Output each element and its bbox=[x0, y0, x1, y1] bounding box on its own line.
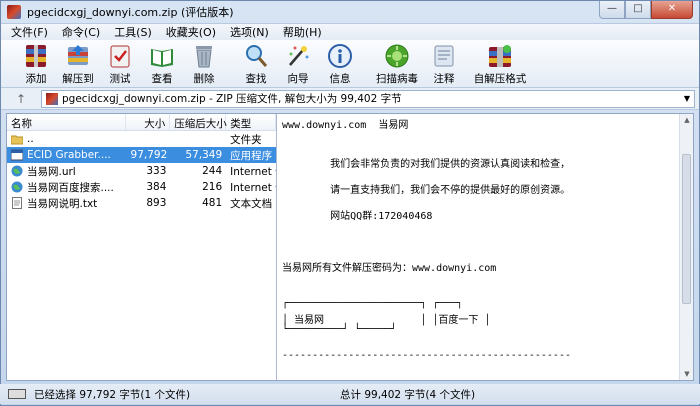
extract-to-button[interactable]: 解压到 bbox=[57, 43, 99, 86]
txt-icon bbox=[11, 197, 23, 209]
test-button[interactable]: 测试 bbox=[99, 43, 141, 86]
menu-help[interactable]: 帮助(H) bbox=[277, 24, 330, 40]
winrar-app-icon bbox=[7, 5, 21, 19]
column-size[interactable]: 大小 bbox=[126, 114, 171, 130]
comment-scrollbar[interactable]: ▲ ▼ bbox=[679, 114, 693, 380]
menu-tools[interactable]: 工具(S) bbox=[108, 24, 160, 40]
comment-line bbox=[282, 337, 675, 350]
comment-line: 请一直支持我们，我们会不停的提供最好的原创资源。 bbox=[282, 185, 571, 196]
find-button[interactable]: 查找 bbox=[235, 43, 277, 86]
wizard-icon bbox=[285, 43, 311, 69]
comment-line bbox=[282, 233, 675, 246]
sfx-button[interactable]: 自解压格式 bbox=[465, 43, 535, 86]
scroll-up-icon[interactable]: ▲ bbox=[680, 116, 694, 124]
toolbar: 添加 解压到 测试 查看 删除 查找 向导 信息 扫描病毒 注释 自解压格式 bbox=[1, 40, 699, 88]
path-field[interactable]: pgecidcxgj_downyi.com.zip - ZIP 压缩文件, 解包… bbox=[41, 89, 695, 108]
close-button[interactable]: ✕ bbox=[651, 1, 693, 19]
globe-icon bbox=[11, 165, 23, 177]
comment-pane: www.downyi.com 当易网 我们会非常负责的对我们提供的资源认真阅读和… bbox=[278, 114, 679, 380]
status-selection: 已经选择 97,792 字节(1 个文件) bbox=[34, 388, 191, 401]
comment-line: 我们会非常负责的对我们提供的资源认真阅读和检查， bbox=[282, 159, 571, 170]
comment-line: www.downyi.com 当易网 bbox=[282, 120, 409, 131]
file-row-parent[interactable]: .. 文件夹 bbox=[7, 131, 276, 147]
delete-icon bbox=[191, 43, 217, 69]
comment-icon bbox=[431, 43, 457, 69]
sfx-icon bbox=[487, 43, 513, 69]
info-icon bbox=[327, 43, 353, 69]
main-content: 名称 大小 压缩后大小 类型 .. 文件夹 ECID Grabber.... 9… bbox=[6, 113, 694, 381]
add-button[interactable]: 添加 bbox=[15, 43, 57, 86]
file-row-baidu[interactable]: 当易网百度搜索.... 384 216 Internet 快 bbox=[7, 179, 276, 195]
wizard-button[interactable]: 向导 bbox=[277, 43, 319, 86]
window-controls: — □ ✕ bbox=[599, 1, 693, 19]
comment-line bbox=[282, 246, 675, 259]
view-button[interactable]: 查看 bbox=[141, 43, 183, 86]
menu-options[interactable]: 选项(N) bbox=[224, 24, 277, 40]
delete-button[interactable]: 删除 bbox=[183, 43, 225, 86]
comment-line: ----------------------------------------… bbox=[282, 350, 571, 361]
info-button[interactable]: 信息 bbox=[319, 43, 361, 86]
menu-file[interactable]: 文件(F) bbox=[5, 24, 56, 40]
file-row-ecid-grabber[interactable]: ECID Grabber.... 97,792 57,349 应用程序 bbox=[7, 147, 276, 163]
path-text: pgecidcxgj_downyi.com.zip - ZIP 压缩文件, 解包… bbox=[62, 93, 402, 105]
menu-favorites[interactable]: 收藏夹(O) bbox=[160, 24, 224, 40]
virus-scan-icon bbox=[384, 43, 410, 69]
status-total: 总计 99,402 字节(4 个文件) bbox=[340, 388, 476, 401]
minimize-button[interactable]: — bbox=[599, 1, 625, 19]
file-row-txt[interactable]: 当易网说明.txt 893 481 文本文档 bbox=[7, 195, 276, 211]
comment-line bbox=[282, 285, 675, 298]
column-packed[interactable]: 压缩后大小 bbox=[170, 114, 227, 130]
window-title: pgecidcxgj_downyi.com.zip (评估版本) bbox=[27, 6, 234, 19]
column-type[interactable]: 类型 bbox=[226, 114, 276, 130]
zip-icon bbox=[46, 92, 58, 105]
test-icon bbox=[107, 43, 133, 69]
scroll-down-icon[interactable]: ▼ bbox=[680, 370, 694, 378]
file-list-header: 名称 大小 压缩后大小 类型 bbox=[7, 114, 276, 131]
column-name[interactable]: 名称 bbox=[7, 114, 127, 130]
drive-icon bbox=[8, 389, 26, 399]
virus-scan-button[interactable]: 扫描病毒 bbox=[371, 43, 423, 86]
menu-bar: 文件(F) 命令(C) 工具(S) 收藏夹(O) 选项(N) 帮助(H) bbox=[1, 23, 699, 40]
chevron-down-icon[interactable]: ▼ bbox=[680, 94, 694, 103]
find-icon bbox=[243, 43, 269, 69]
maximize-button[interactable]: □ bbox=[625, 1, 651, 19]
comment-line bbox=[282, 142, 675, 155]
folder-icon bbox=[10, 133, 24, 145]
extract-icon bbox=[65, 43, 91, 69]
globe-icon bbox=[11, 181, 23, 193]
comment-line: 当易网所有文件解压密码为：www.downyi.com bbox=[282, 263, 497, 274]
scroll-thumb[interactable] bbox=[682, 154, 691, 304]
view-icon bbox=[149, 43, 175, 69]
address-bar: ↑ pgecidcxgj_downyi.com.zip - ZIP 压缩文件, … bbox=[1, 88, 699, 110]
comment-line: ┌──────────────────────┐ ┌───┐ bbox=[282, 298, 463, 309]
exe-icon bbox=[10, 149, 24, 161]
add-icon bbox=[23, 43, 49, 69]
up-arrow-icon[interactable]: ↑ bbox=[1, 92, 41, 106]
comment-button[interactable]: 注释 bbox=[423, 43, 465, 86]
comment-line: │ 当易网 │ │百度一下 │ bbox=[282, 315, 491, 326]
status-bar: 已经选择 97,792 字节(1 个文件) 总计 99,402 字节(4 个文件… bbox=[0, 384, 700, 404]
file-row-url[interactable]: 当易网.url 333 244 Internet 快 bbox=[7, 163, 276, 179]
menu-command[interactable]: 命令(C) bbox=[56, 24, 108, 40]
title-bar: pgecidcxgj_downyi.com.zip (评估版本) — □ ✕ bbox=[1, 1, 699, 23]
comment-line: 网站QQ群:172040468 bbox=[282, 211, 433, 222]
file-list: 名称 大小 压缩后大小 类型 .. 文件夹 ECID Grabber.... 9… bbox=[7, 114, 277, 380]
